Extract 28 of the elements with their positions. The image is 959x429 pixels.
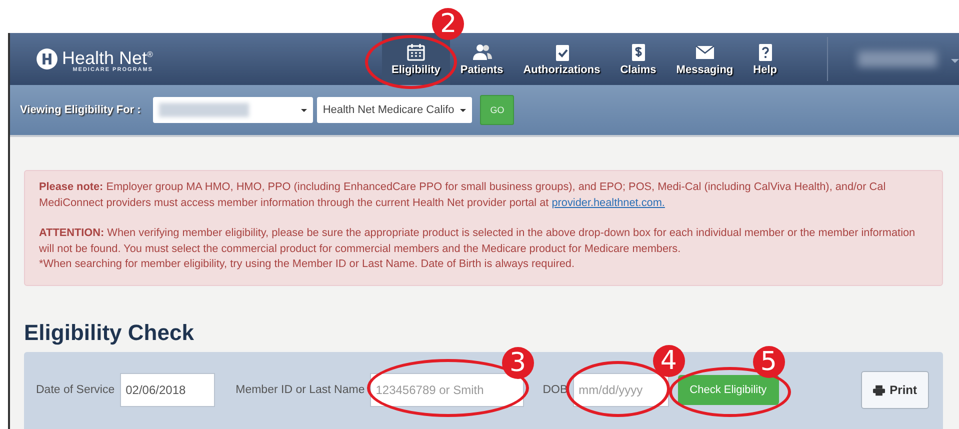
step-number-badge: 4 xyxy=(652,345,685,378)
printer-icon xyxy=(872,384,885,396)
attention-paragraph: ATTENTION: When verifying member eligibility, please be sure the appropriate product is selected in the above drop-down box for each individual member or the member information will not be found. You must select the commercial product for commercial members and the Medicare product for Medicare members. xyxy=(39,226,916,257)
portal-link[interactable]: provider.healthnet.com. xyxy=(552,196,665,209)
input-field[interactable]: 02/06/2018 xyxy=(120,373,215,408)
search-hint: *When searching for member eligibility, try using the Member ID or Last Name. Date of Birth is always required. xyxy=(39,257,576,272)
section-title: Eligibility Check xyxy=(24,320,195,346)
print-button[interactable]: Print xyxy=(860,371,929,410)
nav-tab[interactable]: Authorizations xyxy=(513,33,610,85)
provider-select[interactable] xyxy=(152,97,313,123)
product-select[interactable]: Health Net Medicare Califo xyxy=(316,97,472,123)
nav-tab[interactable]: Help xyxy=(743,33,787,85)
notice-paragraph: Please note: Employer group MA HMO, HMO, PPO (including EnhancedCare PPO for small business groups), and EPO; POS, Medi-Cal (including CalViva Health), and/or Cal MediConnect providers must access member information through the current Health Net provider portal at provider.healthnet.com. xyxy=(39,180,887,211)
viewing-for-label: Viewing Eligibility For : xyxy=(20,104,141,116)
calendar-icon xyxy=(406,42,426,62)
step-number-badge: 2 xyxy=(432,8,464,40)
step-number-badge: 3 xyxy=(502,347,534,380)
people-icon xyxy=(472,42,492,62)
logo-icon xyxy=(36,48,58,70)
nav-tab[interactable]: Messaging xyxy=(666,33,744,85)
logo-name: Health Net$^{®}$ xyxy=(62,46,153,66)
field-label: DOB xyxy=(542,384,568,396)
field-label: Member ID or Last Name xyxy=(236,384,365,396)
blurred-user-name[interactable] xyxy=(858,51,937,67)
nav-tab[interactable]: Eligibility xyxy=(382,33,450,85)
step-number-badge: 5 xyxy=(752,346,785,378)
field-label: Date of Service xyxy=(36,384,115,396)
nav-tab[interactable]: Claims xyxy=(610,33,666,85)
